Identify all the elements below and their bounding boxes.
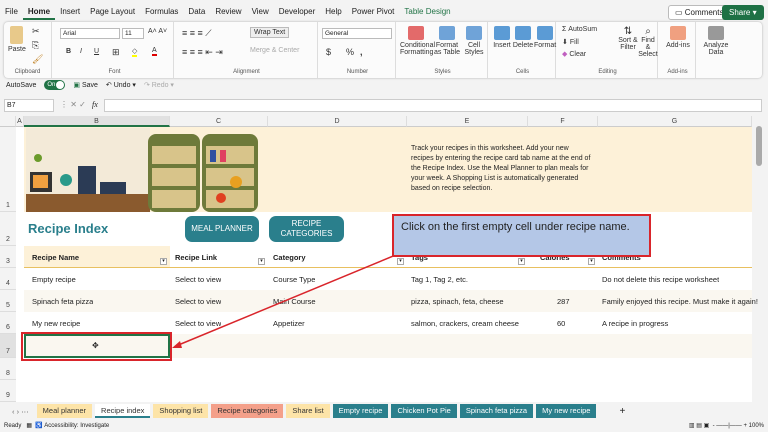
tab-scroll-icons[interactable]: ‹ › ⋯ bbox=[12, 407, 29, 416]
zoom-control[interactable]: ▥ ▤ ▣ - ——|—— + 100% bbox=[689, 420, 764, 432]
arrow-head bbox=[172, 341, 182, 348]
sheet-tab-spinach-feta-pizza[interactable]: Spinach feta pizza bbox=[459, 404, 534, 418]
arrow-line bbox=[175, 253, 399, 347]
highlight-box bbox=[21, 332, 172, 361]
sheet-tab-my-new-recipe[interactable]: My new recipe bbox=[536, 404, 597, 418]
sheet-tabs: ‹ › ⋯ Meal planner Recipe index Shopping l… bbox=[0, 403, 768, 419]
sheet-tab-meal-planner[interactable]: Meal planner bbox=[36, 404, 93, 418]
annotation-overlay bbox=[21, 253, 399, 361]
sheet-tab-empty-recipe[interactable]: Empty recipe bbox=[332, 404, 389, 418]
sheet-tab-recipe-categories[interactable]: Recipe categories bbox=[211, 404, 284, 418]
accessibility-status[interactable]: Accessibility: Investigate bbox=[44, 423, 109, 429]
add-sheet-icon[interactable]: + bbox=[619, 406, 625, 417]
sheet-tab-shopping-list[interactable]: Shopping list bbox=[153, 404, 209, 418]
sheet-tab-chicken-pot-pie[interactable]: Chicken Pot Pie bbox=[391, 404, 457, 418]
status-bar: Ready ▦ ♿ Accessibility: Investigate ▥ ▤… bbox=[0, 420, 768, 432]
sheet-tab-recipe-index[interactable]: Recipe index bbox=[95, 404, 151, 418]
accessibility-icon: ♿ bbox=[35, 423, 43, 429]
instruction-callout: Click on the first empty cell under reci… bbox=[392, 214, 651, 257]
sheet-tab-share-list[interactable]: Share list bbox=[286, 404, 330, 418]
